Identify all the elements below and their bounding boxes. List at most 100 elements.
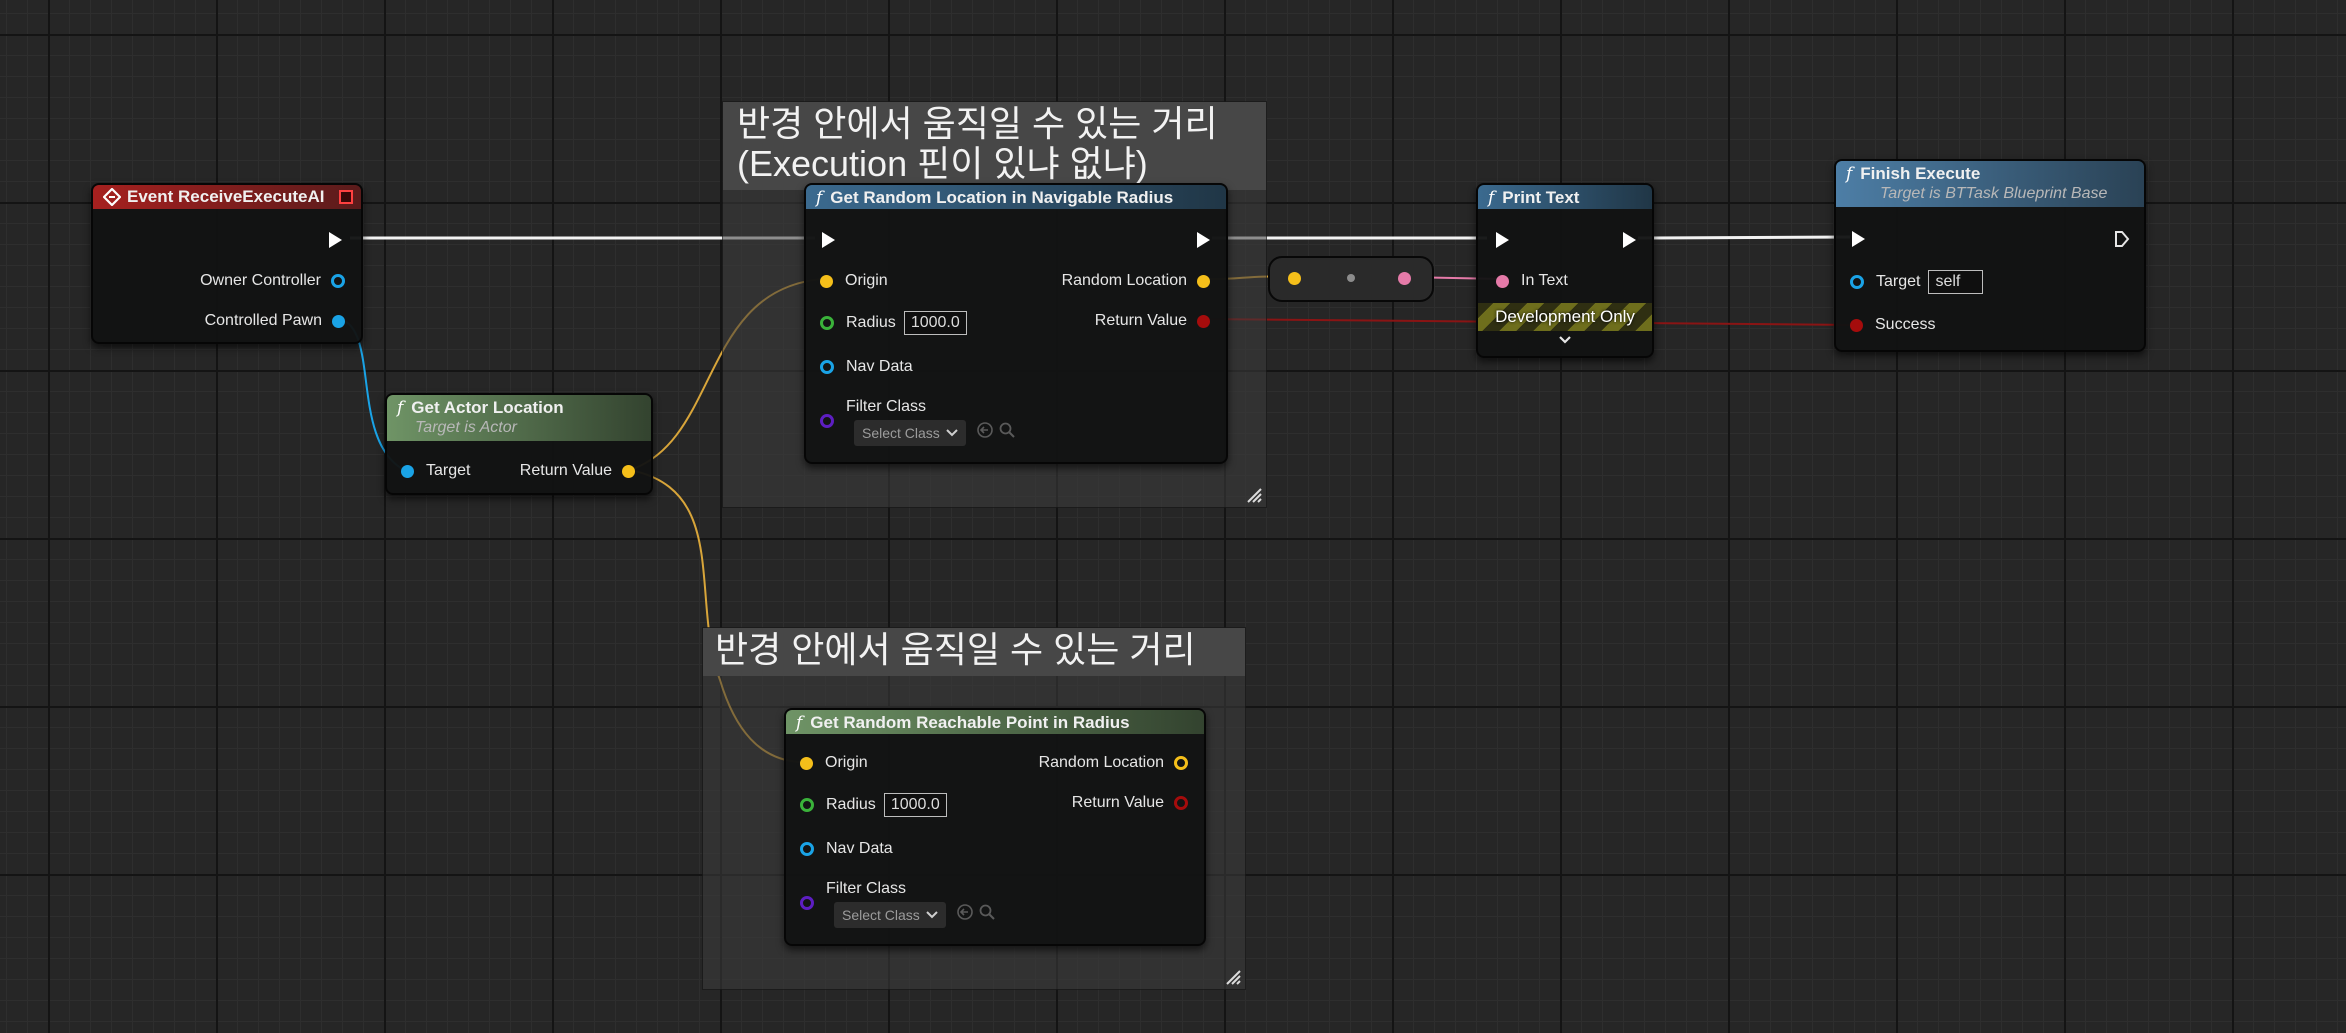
nav-data-pin[interactable] (820, 360, 834, 374)
pin-label: Controlled Pawn (204, 312, 322, 329)
pin-row-return-value: Return Value (1095, 310, 1210, 332)
pin-row-random-location: Random Location (1062, 270, 1210, 292)
return-value-pin[interactable] (1174, 796, 1188, 810)
exec-in-pin[interactable] (1852, 231, 1865, 247)
function-icon: f (1846, 164, 1853, 184)
exec-out-pin[interactable] (329, 232, 342, 248)
select-class-dropdown[interactable]: Select Class (854, 420, 966, 446)
pin-label: Filter Class (826, 880, 907, 897)
pin-label: Target (426, 462, 471, 479)
random-location-pin[interactable] (1174, 756, 1188, 770)
radius-pin[interactable] (820, 316, 834, 330)
target-value-field[interactable]: self (1928, 270, 1984, 294)
success-pin[interactable] (1850, 318, 1863, 332)
controlled-pawn-pin[interactable] (332, 314, 345, 328)
origin-pin[interactable] (820, 274, 833, 288)
node-header: f Print Text (1478, 185, 1652, 209)
get-actor-location-node[interactable]: f Get Actor Location Target is Actor Targ… (385, 393, 653, 495)
select-class-dropdown[interactable]: Select Class (834, 902, 946, 928)
resize-handle-icon[interactable] (1225, 969, 1241, 985)
exec-out-pin[interactable] (2115, 231, 2130, 247)
random-location-pin[interactable] (1197, 274, 1210, 288)
pin-label: Radius (846, 314, 896, 331)
pin-label: Owner Controller (200, 272, 321, 289)
pin-label: Radius (826, 796, 876, 813)
hollow-exec-icon (2115, 231, 2130, 247)
node-title: Event ReceiveExecuteAI (127, 186, 325, 206)
in-text-pin[interactable] (1496, 274, 1509, 288)
radius-value-input[interactable]: 1000.0 (883, 793, 947, 817)
pin-label: Return Value (1071, 794, 1164, 811)
function-icon: f (796, 713, 803, 733)
return-value-pin[interactable] (1197, 314, 1210, 328)
reset-arrow-icon[interactable] (976, 421, 994, 439)
target-pin[interactable] (401, 464, 414, 478)
pin-row-filter-class: Filter Class (800, 880, 907, 910)
conversion-dot-icon (1347, 274, 1355, 282)
node-subtitle: Target is BTTask Blueprint Base (1880, 185, 2108, 202)
node-header: f Get Random Location in Navigable Radius (806, 185, 1226, 209)
pin-row-success: Success (1850, 314, 1935, 336)
filter-class-pin[interactable] (820, 414, 834, 428)
pin-row-origin: Origin (800, 752, 868, 774)
exec-out-pin[interactable] (1623, 232, 1636, 248)
pin-row-filter-class: Filter Class (820, 398, 927, 428)
chevron-down-icon[interactable] (1558, 335, 1572, 345)
pin-label: Nav Data (826, 840, 893, 857)
magnifier-icon[interactable] (998, 421, 1016, 439)
node-title: Print Text (1502, 188, 1580, 207)
node-title: Get Random Location in Navigable Radius (830, 188, 1174, 207)
pin-label: Filter Class (846, 398, 927, 415)
reset-arrow-icon[interactable] (956, 903, 974, 921)
pin-label: In Text (1521, 272, 1568, 289)
origin-pin[interactable] (800, 756, 813, 770)
return-value-pin[interactable] (622, 464, 635, 478)
get-random-location-in-navigable-radius-node[interactable]: f Get Random Location in Navigable Radius… (804, 183, 1228, 464)
nav-data-pin[interactable] (800, 842, 814, 856)
comment-title[interactable]: 반경 안에서 움직일 수 있는 거리 (703, 628, 1245, 676)
node-title: Finish Execute (1860, 164, 1981, 183)
radius-pin[interactable] (800, 798, 814, 812)
chevron-down-icon (926, 911, 938, 919)
print-text-node[interactable]: f Print Text In Text Development Only (1476, 183, 1654, 358)
pin-label: Success (1875, 316, 1936, 333)
conversion-input-pin[interactable] (1288, 272, 1301, 285)
select-class-label: Select Class (862, 425, 940, 441)
select-class-label: Select Class (842, 907, 920, 923)
resize-handle-icon[interactable] (1246, 487, 1262, 503)
owner-controller-pin[interactable] (331, 274, 345, 288)
pin-row-return-value: Return Value (520, 460, 635, 482)
event-receive-execute-ai-node[interactable]: Event ReceiveExecuteAI Owner Controller … (91, 183, 363, 344)
event-diamond-icon (103, 187, 121, 206)
pin-label: Origin (825, 754, 868, 771)
pin-row-target: Target (401, 460, 470, 482)
pin-row-radius: Radius 1000.0 (800, 793, 947, 817)
filter-class-pin[interactable] (800, 896, 814, 910)
get-random-reachable-point-in-radius-node[interactable]: f Get Random Reachable Point in Radius Or… (784, 708, 1206, 946)
node-header: f Get Random Reachable Point in Radius (786, 710, 1204, 734)
comment-title[interactable]: 반경 안에서 움직일 수 있는 거리 (Execution 핀이 있냐 없냐) (723, 102, 1266, 190)
pin-label: Nav Data (846, 358, 913, 375)
chevron-down-icon (946, 429, 958, 437)
exec-in-pin[interactable] (822, 232, 835, 248)
development-only-label: Development Only (1495, 307, 1635, 326)
pin-row-nav-data: Nav Data (800, 838, 893, 860)
node-subtitle: Target is Actor (415, 419, 517, 436)
pin-row-radius: Radius 1000.0 (820, 311, 967, 335)
finish-execute-node[interactable]: f Finish Execute Target is BTTask Bluepri… (1834, 159, 2146, 352)
pin-label: Return Value (519, 462, 612, 479)
radius-value-input[interactable]: 1000.0 (903, 311, 967, 335)
exec-in-pin[interactable] (1496, 232, 1509, 248)
pin-row-random-location: Random Location (1039, 752, 1188, 774)
function-icon: f (397, 398, 404, 418)
node-header: f Finish Execute Target is BTTask Bluepri… (1836, 161, 2144, 207)
pin-label: Return Value (1094, 312, 1187, 329)
pin-row-origin: Origin (820, 270, 888, 292)
pin-row-return-value: Return Value (1072, 792, 1188, 814)
exec-out-pin[interactable] (1197, 232, 1210, 248)
conversion-node[interactable] (1268, 256, 1434, 302)
magnifier-icon[interactable] (978, 903, 996, 921)
delegate-pin-icon[interactable] (339, 189, 353, 204)
target-pin[interactable] (1850, 275, 1864, 289)
conversion-output-pin[interactable] (1398, 272, 1411, 285)
